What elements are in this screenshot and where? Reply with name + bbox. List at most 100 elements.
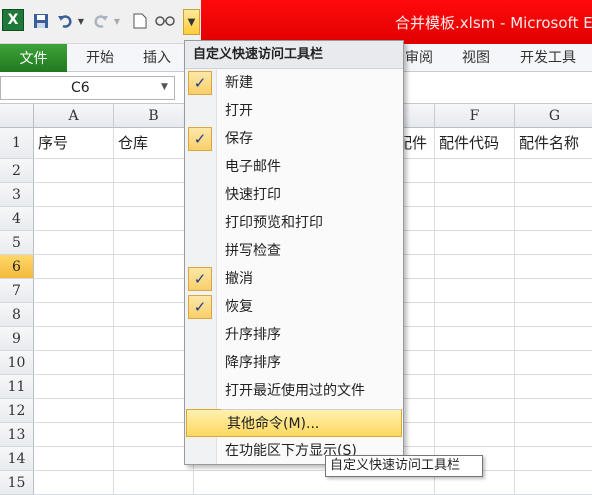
grid-cell[interactable] xyxy=(515,447,592,471)
menu-item-open-recent[interactable]: 打开最近使用过的文件 xyxy=(185,377,403,405)
grid-cell[interactable] xyxy=(34,471,114,495)
grid-cell[interactable] xyxy=(435,159,515,183)
menu-item-email[interactable]: 电子邮件 xyxy=(185,153,403,181)
cell-f1[interactable]: 配件代码 xyxy=(435,128,515,159)
row-header[interactable]: 1 xyxy=(0,128,34,159)
grid-cell[interactable] xyxy=(114,447,194,471)
undo-icon[interactable] xyxy=(56,10,74,32)
grid-cell[interactable] xyxy=(114,423,194,447)
name-box[interactable]: C6 ▼ xyxy=(0,76,175,100)
menu-item-spell-check[interactable]: 拼写检查 xyxy=(185,237,403,265)
select-all-corner[interactable] xyxy=(0,104,34,128)
grid-cell[interactable] xyxy=(435,207,515,231)
row-header[interactable]: 12 xyxy=(0,399,34,423)
cell-g1[interactable]: 配件名称 xyxy=(515,128,592,159)
row-header[interactable]: 9 xyxy=(0,327,34,351)
grid-cell[interactable] xyxy=(435,303,515,327)
grid-cell[interactable] xyxy=(435,375,515,399)
grid-cell[interactable] xyxy=(435,255,515,279)
grid-cell[interactable] xyxy=(34,231,114,255)
grid-cell[interactable] xyxy=(435,399,515,423)
column-header-a[interactable]: A xyxy=(34,104,114,128)
grid-cell[interactable] xyxy=(34,303,114,327)
menu-item-open[interactable]: 打开 xyxy=(185,97,403,125)
tab-home[interactable]: 开始 xyxy=(86,44,114,72)
grid-cell[interactable] xyxy=(515,159,592,183)
menu-item-print-preview[interactable]: 打印预览和打印 xyxy=(185,209,403,237)
grid-cell[interactable] xyxy=(515,183,592,207)
grid-cell[interactable] xyxy=(114,159,194,183)
grid-cell[interactable] xyxy=(34,207,114,231)
cell-b1[interactable]: 仓库 xyxy=(114,128,194,159)
grid-cell[interactable] xyxy=(34,255,114,279)
grid-cell[interactable] xyxy=(515,255,592,279)
grid-cell[interactable] xyxy=(114,183,194,207)
row-header[interactable]: 15 xyxy=(0,471,34,495)
grid-cell[interactable] xyxy=(114,471,194,495)
grid-cell[interactable] xyxy=(515,375,592,399)
grid-cell[interactable] xyxy=(34,159,114,183)
new-doc-icon[interactable] xyxy=(132,10,148,32)
grid-cell[interactable] xyxy=(114,279,194,303)
grid-cell[interactable] xyxy=(114,303,194,327)
grid-cell[interactable] xyxy=(515,303,592,327)
row-header[interactable]: 7 xyxy=(0,279,34,303)
menu-item-quick-print[interactable]: 快速打印 xyxy=(185,181,403,209)
excel-icon[interactable]: X xyxy=(2,9,24,31)
grid-cell[interactable] xyxy=(515,279,592,303)
grid-cell[interactable] xyxy=(515,471,592,495)
row-header[interactable]: 5 xyxy=(0,231,34,255)
menu-item-save[interactable]: ✓ 保存 xyxy=(185,125,403,153)
menu-item-undo[interactable]: ✓ 撤消 xyxy=(185,265,403,293)
grid-cell[interactable] xyxy=(435,423,515,447)
row-header[interactable]: 2 xyxy=(0,159,34,183)
grid-cell[interactable] xyxy=(515,399,592,423)
menu-item-sort-asc[interactable]: 升序排序 xyxy=(185,321,403,349)
row-header[interactable]: 8 xyxy=(0,303,34,327)
save-icon[interactable] xyxy=(32,10,50,32)
redo-dropdown-icon[interactable]: ▼ xyxy=(112,10,122,32)
grid-cell[interactable] xyxy=(515,231,592,255)
tab-developer[interactable]: 开发工具 xyxy=(520,44,576,72)
grid-cell[interactable] xyxy=(515,207,592,231)
grid-cell[interactable] xyxy=(34,447,114,471)
grid-cell[interactable] xyxy=(435,351,515,375)
row-header[interactable]: 6 xyxy=(0,255,34,279)
grid-cell[interactable] xyxy=(515,327,592,351)
chevron-down-icon[interactable]: ▼ xyxy=(161,82,168,92)
menu-item-sort-desc[interactable]: 降序排序 xyxy=(185,349,403,377)
grid-cell[interactable] xyxy=(114,327,194,351)
grid-cell[interactable] xyxy=(34,183,114,207)
grid-cell[interactable] xyxy=(34,423,114,447)
menu-item-new[interactable]: ✓ 新建 xyxy=(185,69,403,97)
row-header[interactable]: 14 xyxy=(0,447,34,471)
row-header[interactable]: 3 xyxy=(0,183,34,207)
grid-cell[interactable] xyxy=(34,399,114,423)
menu-item-redo[interactable]: ✓ 恢复 xyxy=(185,293,403,321)
grid-cell[interactable] xyxy=(34,279,114,303)
tab-review[interactable]: 审阅 xyxy=(405,44,433,72)
row-header[interactable]: 10 xyxy=(0,351,34,375)
grid-cell[interactable] xyxy=(114,207,194,231)
column-header-f[interactable]: F xyxy=(435,104,515,128)
grid-cell[interactable] xyxy=(435,279,515,303)
grid-cell[interactable] xyxy=(114,351,194,375)
grid-cell[interactable] xyxy=(34,327,114,351)
undo-dropdown-icon[interactable]: ▼ xyxy=(76,10,86,32)
grid-cell[interactable] xyxy=(34,375,114,399)
grid-cell[interactable] xyxy=(435,327,515,351)
row-header[interactable]: 13 xyxy=(0,423,34,447)
row-header[interactable]: 4 xyxy=(0,207,34,231)
column-header-g[interactable]: G xyxy=(515,104,592,128)
grid-cell[interactable] xyxy=(114,231,194,255)
qat-customize-button[interactable]: ▼ xyxy=(183,9,200,35)
tab-insert[interactable]: 插入 xyxy=(143,44,171,72)
grid-cell[interactable] xyxy=(114,375,194,399)
menu-item-more-commands[interactable]: 其他命令(M)... xyxy=(186,409,402,437)
column-header-b[interactable]: B xyxy=(114,104,194,128)
row-header[interactable]: 11 xyxy=(0,375,34,399)
grid-cell[interactable] xyxy=(114,399,194,423)
grid-cell[interactable] xyxy=(515,423,592,447)
grid-cell[interactable] xyxy=(34,351,114,375)
tab-file[interactable]: 文件 xyxy=(0,44,67,72)
